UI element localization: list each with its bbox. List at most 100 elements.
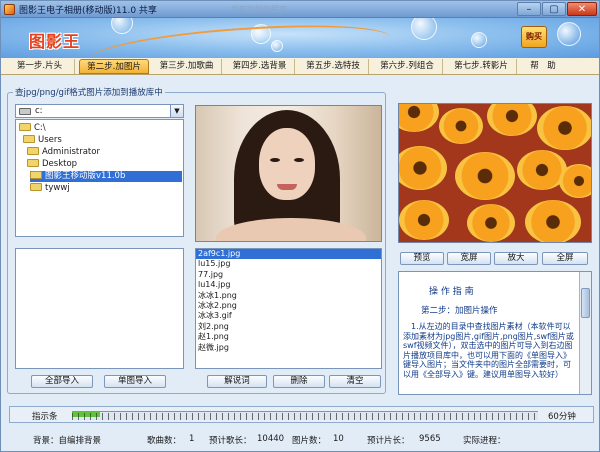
tab-step-5[interactable]: 第五步.选特技 <box>298 59 369 74</box>
fullscreen-button[interactable]: 全屏 <box>542 252 588 265</box>
tab-step-4[interactable]: 第四步.选背景 <box>225 59 295 74</box>
status-background: 背景：自编排背景 <box>33 436 102 446</box>
status-bar: 背景：自编排背景 歌曲数： 1 预计歌长： 10440 图片数： 10 预计片长… <box>9 433 594 447</box>
status-song-count-label: 歌曲数： <box>147 436 182 446</box>
guide-step: 第二步：加图片操作 <box>421 306 498 316</box>
tab-step-7[interactable]: 第七步.转影片 <box>446 59 517 74</box>
thumbnail-list[interactable] <box>15 248 184 369</box>
operation-guide: 操 作 指 南 第二步：加图片操作 1.从左边的目录中查找图片素材（本软件可以添… <box>398 271 592 395</box>
mouth-shape <box>277 184 297 190</box>
import-single-button[interactable]: 单图导入 <box>104 375 166 388</box>
drive-value: c: <box>35 106 43 116</box>
widescreen-button[interactable]: 宽屏 <box>447 252 491 265</box>
zoom-button[interactable]: 放大 <box>494 252 538 265</box>
eye-shape <box>294 158 304 162</box>
title-bar[interactable]: 图影王电子相册(移动版)11.0 共享 华软监控的程序 – ▢ ✕ <box>1 1 599 18</box>
flower-shape <box>559 164 591 198</box>
bubble-decoration <box>111 18 133 34</box>
delete-button[interactable]: 删除 <box>273 375 325 388</box>
tree-node[interactable]: Administrator <box>27 147 100 158</box>
drive-icon <box>19 108 31 115</box>
status-film-length-label: 预计片长： <box>367 436 410 446</box>
maximize-button[interactable]: ▢ <box>542 2 566 16</box>
file-item[interactable]: 赵微.jpg <box>196 343 381 353</box>
app-window: 图影王电子相册(移动版)11.0 共享 华软监控的程序 – ▢ ✕ 图影王 购买… <box>0 0 600 452</box>
flower-shape <box>439 108 483 144</box>
step-tabs: 第一步.片头 第二步.加图片 第三步.加歌曲 第四步.选背景 第五步.选特技 第… <box>1 58 599 75</box>
flower-shape <box>399 200 449 240</box>
app-logo-icon <box>4 4 15 15</box>
timeline-ticks <box>72 413 538 420</box>
guide-body: 1.从左边的目录中查找图片素材（本软件可以添加素材为jpg图片,gif图片,pn… <box>403 322 574 379</box>
drive-select[interactable]: c: ▼ <box>15 104 184 118</box>
status-song-length-label: 预计歌长： <box>209 436 252 446</box>
import-group-label: 查jpg/png/gif格式图片添加到播放库中 <box>13 86 165 98</box>
flower-shape <box>487 104 537 136</box>
indicator-label: 指示条 <box>32 412 58 422</box>
import-all-button[interactable]: 全部导入 <box>31 375 93 388</box>
status-song-length: 10440 <box>257 434 285 444</box>
directory-tree[interactable]: C:\ Users Administrator Desktop 图影王移动版v1… <box>15 119 184 237</box>
file-item[interactable]: 冰冰1.png <box>196 291 381 301</box>
tab-step-3[interactable]: 第三步.加歌曲 <box>152 59 222 74</box>
tree-node[interactable]: tywwj <box>30 183 70 194</box>
flower-shape <box>467 204 515 242</box>
brand-logo: 图影王 <box>29 32 81 51</box>
flower-shape <box>399 104 439 132</box>
guide-scrollbar[interactable] <box>579 272 591 394</box>
swoosh-decoration <box>89 18 393 58</box>
status-image-count-label: 图片数： <box>292 436 327 446</box>
close-button[interactable]: ✕ <box>567 2 597 16</box>
file-item[interactable]: lu14.jpg <box>196 280 381 290</box>
tab-step-2[interactable]: 第二步.加图片 <box>79 59 149 74</box>
folder-icon <box>30 183 42 191</box>
eye-shape <box>270 158 280 162</box>
flower-shape <box>525 200 581 242</box>
status-film-length: 9565 <box>419 434 441 444</box>
overlay-text: 华软监控的程序 <box>231 5 287 14</box>
bubble-decoration <box>557 22 581 46</box>
buy-badge[interactable]: 购买 <box>521 26 547 48</box>
tree-node-selected[interactable]: 图影王移动版v11.0b <box>30 171 182 182</box>
folder-open-icon <box>27 159 39 167</box>
flower-shape <box>455 152 515 200</box>
tree-node[interactable]: Users <box>23 135 62 146</box>
minimize-button[interactable]: – <box>517 2 541 16</box>
slideshow-preview <box>398 103 592 243</box>
file-item[interactable]: lu15.jpg <box>196 259 381 269</box>
guide-title: 操 作 指 南 <box>429 287 474 297</box>
status-image-count: 10 <box>333 434 344 444</box>
timeline-indicator: 指示条 60分钟 <box>9 406 594 423</box>
tab-step-6[interactable]: 第六步.列组合 <box>372 59 443 74</box>
tree-node[interactable]: C:\ <box>19 123 46 134</box>
timeline-track[interactable] <box>72 411 538 420</box>
folder-open-icon <box>23 135 35 143</box>
tree-node[interactable]: Desktop <box>27 159 77 170</box>
timeline-duration: 60分钟 <box>548 412 576 422</box>
narration-button[interactable]: 解说词 <box>207 375 267 388</box>
preview-button[interactable]: 预览 <box>400 252 444 265</box>
folder-open-icon <box>19 123 31 131</box>
folder-open-icon <box>27 147 39 155</box>
file-item[interactable]: 冰冰2.png <box>196 301 381 311</box>
bubble-decoration <box>471 32 487 48</box>
bubble-decoration <box>411 18 437 40</box>
clear-button[interactable]: 清空 <box>329 375 381 388</box>
window-title: 图影王电子相册(移动版)11.0 共享 <box>19 6 157 16</box>
file-list[interactable]: 2af9c1.jpg lu15.jpg 77.jpg lu14.jpg 冰冰1.… <box>195 248 382 369</box>
folder-open-icon <box>30 171 42 179</box>
chevron-down-icon[interactable]: ▼ <box>170 105 183 117</box>
tab-step-1[interactable]: 第一步.片头 <box>5 59 75 74</box>
status-actual-progress: 实际进程： <box>463 436 506 446</box>
file-item[interactable]: 冰冰3.gif <box>196 311 381 321</box>
file-item[interactable]: 赵1.png <box>196 332 381 342</box>
tab-help[interactable]: 帮 助 <box>521 59 565 74</box>
file-item-selected[interactable]: 2af9c1.jpg <box>196 249 381 260</box>
flower-shape <box>537 106 591 150</box>
flower-shape <box>399 146 447 190</box>
image-preview <box>195 105 382 242</box>
scrollbar-thumb[interactable] <box>581 288 590 318</box>
file-item[interactable]: 77.jpg <box>196 270 381 280</box>
file-item[interactable]: 刘2.png <box>196 322 381 332</box>
banner: 图影王 购买 <box>1 18 599 58</box>
